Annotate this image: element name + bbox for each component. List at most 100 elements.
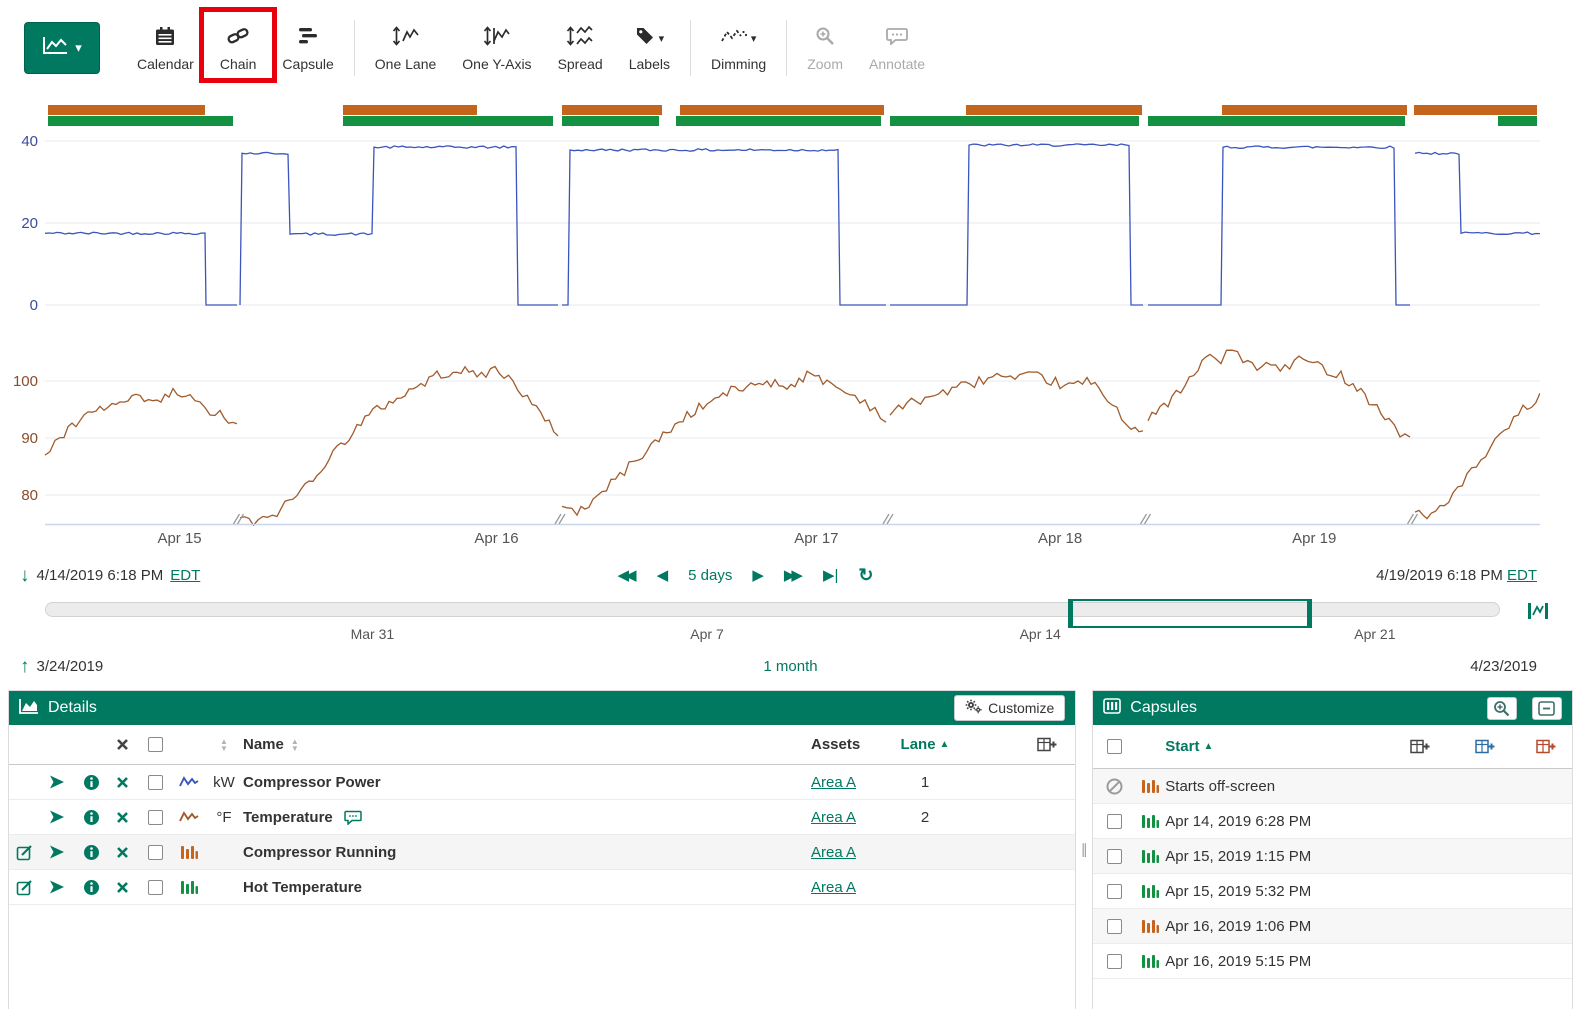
- select-all-capsules-checkbox[interactable]: [1107, 739, 1122, 754]
- toolbar-button-capsule[interactable]: Capsule: [269, 19, 346, 78]
- capsule-bar[interactable]: [1414, 105, 1537, 115]
- row-checkbox[interactable]: [148, 880, 163, 895]
- step-back-fast-button[interactable]: ◀◀: [618, 566, 637, 584]
- row-checkbox[interactable]: [148, 845, 163, 860]
- navigate-icon[interactable]: [39, 809, 75, 825]
- step-forward-button[interactable]: ▶: [752, 566, 764, 584]
- remove-icon[interactable]: [107, 881, 137, 894]
- toolbar-button-annotate[interactable]: Annotate: [856, 19, 938, 78]
- capsule-checkbox[interactable]: [1107, 884, 1122, 899]
- capsule-bar[interactable]: [966, 105, 1142, 115]
- capsule-checkbox[interactable]: [1107, 849, 1122, 864]
- capsule-checkbox[interactable]: [1107, 814, 1122, 829]
- add-stat-column-icon[interactable]: [1450, 738, 1520, 755]
- capsule-bar[interactable]: [343, 105, 478, 115]
- toolbar-button-spread[interactable]: Spread: [545, 19, 616, 78]
- capsule-bar[interactable]: [680, 105, 883, 115]
- asset-link[interactable]: Area A: [811, 879, 856, 896]
- duration-label[interactable]: 5 days: [688, 567, 732, 584]
- asset-link[interactable]: Area A: [811, 809, 856, 826]
- slider-left-handle[interactable]: [1068, 601, 1073, 626]
- toolbar-button-one-lane[interactable]: One Lane: [362, 19, 450, 78]
- capsule-checkbox[interactable]: [1107, 954, 1122, 969]
- remove-icon[interactable]: [107, 811, 137, 824]
- edit-icon[interactable]: [9, 844, 39, 861]
- timezone-link[interactable]: EDT: [1507, 567, 1537, 584]
- details-row-2: °F Temperature Area A 2: [9, 800, 1075, 835]
- refresh-button[interactable]: ↻: [858, 565, 873, 586]
- customize-button[interactable]: Customize: [954, 695, 1065, 721]
- slider-tick-label: Mar 31: [351, 626, 395, 642]
- toolbar-button-zoom[interactable]: Zoom: [794, 19, 856, 78]
- info-icon[interactable]: [75, 809, 107, 826]
- name-column-header[interactable]: Name▲▼: [243, 736, 811, 753]
- trend-chart-canvas[interactable]: 020408090100: [0, 133, 1540, 526]
- annotate-icon: [886, 27, 908, 50]
- capsule-bar[interactable]: [890, 116, 1140, 126]
- capsule-bar[interactable]: [676, 116, 881, 126]
- toolbar-button-dimming[interactable]: ▾ Dimming: [698, 19, 779, 78]
- investigate-range-start[interactable]: 3/24/2019: [37, 658, 104, 675]
- condition-icon: [1135, 779, 1165, 794]
- toolbar-button-one-y-axis[interactable]: One Y-Axis: [449, 19, 544, 78]
- capsules-table-header: Start▲: [1093, 725, 1572, 769]
- remove-icon[interactable]: [107, 846, 137, 859]
- toolbar: ▾ Calendar Chain Capsule One Lane One Y-…: [0, 0, 1581, 96]
- comment-icon[interactable]: [344, 810, 362, 825]
- navigate-icon[interactable]: [39, 844, 75, 860]
- add-column-icon[interactable]: [961, 736, 1075, 753]
- capsule-row-5: Apr 16, 2019 1:06 PM: [1093, 909, 1572, 944]
- range-start-arrow-icon: ↑: [20, 657, 30, 676]
- navigate-icon[interactable]: [39, 774, 75, 790]
- display-range-end[interactable]: 4/19/2019 6:18 PM: [1376, 567, 1503, 584]
- navigate-icon[interactable]: [39, 879, 75, 895]
- zoom-to-capsule-button[interactable]: [1487, 697, 1517, 720]
- capsule-bar[interactable]: [343, 116, 554, 126]
- edit-icon[interactable]: [9, 879, 39, 896]
- remove-all-icon[interactable]: [107, 738, 137, 751]
- capsule-bar[interactable]: [562, 105, 662, 115]
- step-to-end-button[interactable]: ▶|: [823, 566, 838, 584]
- capsule-bar[interactable]: [562, 116, 659, 126]
- remove-icon[interactable]: [107, 776, 137, 789]
- start-column-header[interactable]: Start▲: [1165, 738, 1390, 755]
- slider-selection-window[interactable]: [1068, 599, 1312, 628]
- display-range-start[interactable]: 4/14/2019 6:18 PM: [37, 567, 164, 584]
- step-forward-fast-button[interactable]: ▶▶: [784, 566, 803, 584]
- sort-color-header[interactable]: ▲▼: [205, 738, 243, 752]
- asset-link[interactable]: Area A: [811, 844, 856, 861]
- step-back-button[interactable]: ◀: [657, 566, 669, 584]
- select-all-checkbox[interactable]: [148, 737, 163, 752]
- timezone-link[interactable]: EDT: [170, 567, 200, 584]
- chevron-down-icon: ▾: [75, 40, 82, 56]
- slider-right-handle[interactable]: [1307, 601, 1312, 626]
- investigate-range-end[interactable]: 4/23/2019: [1470, 658, 1537, 675]
- capsule-time-toggle-icon[interactable]: [1527, 602, 1549, 625]
- lane-column-header[interactable]: Lane▲: [889, 736, 961, 753]
- add-column-icon[interactable]: [1390, 738, 1450, 755]
- investigate-range-duration[interactable]: 1 month: [763, 658, 817, 675]
- toolbar-button-label: One Y-Axis: [462, 56, 531, 72]
- capsule-bar[interactable]: [1222, 105, 1407, 115]
- info-icon[interactable]: [75, 844, 107, 861]
- capsule-bar[interactable]: [1498, 116, 1537, 126]
- add-property-column-icon[interactable]: [1520, 738, 1572, 755]
- capsule-checkbox[interactable]: [1107, 919, 1122, 934]
- row-checkbox[interactable]: [148, 810, 163, 825]
- asset-link[interactable]: Area A: [811, 774, 856, 791]
- capsule-bar[interactable]: [48, 116, 233, 126]
- capsule-bar[interactable]: [48, 105, 205, 115]
- collapse-panel-button[interactable]: [1532, 697, 1562, 720]
- info-icon[interactable]: [75, 879, 107, 896]
- capsule-bar[interactable]: [1148, 116, 1405, 126]
- toolbar-button-calendar[interactable]: Calendar: [124, 19, 207, 78]
- item-name: Temperature: [243, 809, 333, 826]
- info-icon[interactable]: [75, 774, 107, 791]
- view-dropdown-button[interactable]: ▾: [24, 22, 100, 74]
- row-checkbox[interactable]: [148, 775, 163, 790]
- assets-column-header[interactable]: Assets: [811, 736, 889, 753]
- bottom-panels: Details Customize ▲▼ Name▲▼ Assets Lane▲…: [0, 690, 1581, 1009]
- toolbar-button-chain[interactable]: Chain: [207, 19, 270, 78]
- toolbar-button-labels[interactable]: ▾ Labels: [616, 19, 683, 78]
- panel-splitter[interactable]: ∥: [1076, 690, 1092, 1009]
